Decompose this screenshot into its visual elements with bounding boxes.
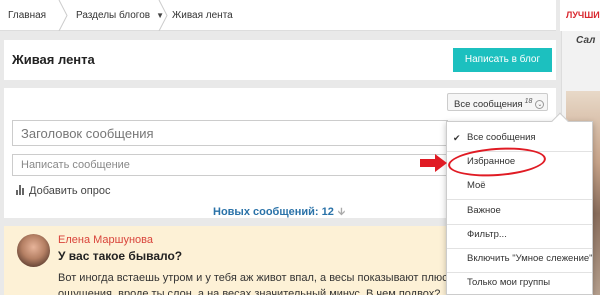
breadcrumb-current-label: Живая лента bbox=[172, 10, 233, 21]
menu-item-filter[interactable]: Фильтр... bbox=[447, 223, 592, 247]
menu-item-label: Включить "Умное слежение" bbox=[467, 253, 593, 264]
side-panel-title: Сал bbox=[576, 35, 596, 46]
new-messages-label: Новых сообщений: 12 bbox=[213, 206, 334, 218]
breadcrumb: Главная Разделы блогов ▼ Живая лента bbox=[0, 0, 556, 31]
add-poll-label: Добавить опрос bbox=[29, 185, 111, 197]
arrow-down-icon: 🡫 bbox=[337, 207, 346, 218]
post-title-input[interactable] bbox=[12, 120, 448, 146]
menu-item-label: Важное bbox=[467, 205, 501, 216]
post-author[interactable]: Елена Маршунова bbox=[58, 234, 153, 246]
page-header: Живая лента Написать в блог bbox=[4, 40, 556, 80]
post-body-line: ощущения, вроде ты слон, а на весах знач… bbox=[58, 288, 441, 295]
red-arrow-icon bbox=[420, 154, 447, 172]
breadcrumb-home-label: Главная bbox=[8, 10, 47, 21]
menu-item-mine[interactable]: Моё bbox=[447, 174, 592, 198]
menu-item-all-messages[interactable]: ✔ Все сообщения bbox=[447, 126, 592, 150]
page-title: Живая лента bbox=[12, 52, 95, 67]
best-banner[interactable]: ЛУЧШИЕ bbox=[560, 0, 600, 31]
post-message-input[interactable] bbox=[12, 154, 448, 176]
message-filter-count: 18 bbox=[524, 98, 533, 105]
breadcrumb-separator bbox=[158, 0, 168, 31]
message-filter-label: Все сообщения bbox=[454, 99, 523, 111]
best-banner-label: ЛУЧШИЕ bbox=[566, 10, 600, 20]
breadcrumb-sections[interactable]: Разделы блогов ▼ bbox=[76, 0, 164, 31]
chevron-down-icon: ⌄ bbox=[535, 100, 545, 110]
avatar[interactable] bbox=[17, 234, 50, 267]
checkmark-icon: ✔ bbox=[453, 133, 461, 143]
menu-item-smart-tracking[interactable]: Включить "Умное слежение" bbox=[447, 247, 593, 271]
bar-chart-icon bbox=[16, 185, 25, 195]
menu-item-label: Только мои группы bbox=[467, 277, 551, 288]
post-title[interactable]: У вас такое бывало? bbox=[58, 249, 182, 263]
post-body: Вот иногда встаешь утром и у тебя аж жив… bbox=[58, 270, 457, 295]
add-poll-link[interactable]: Добавить опрос bbox=[16, 185, 110, 197]
menu-item-label: Моё bbox=[467, 180, 486, 191]
write-blog-button[interactable]: Написать в блог bbox=[453, 48, 552, 72]
breadcrumb-separator bbox=[58, 0, 68, 31]
breadcrumb-sections-label: Разделы блогов bbox=[76, 10, 151, 21]
breadcrumb-current: Живая лента bbox=[172, 0, 233, 31]
menu-item-my-groups[interactable]: Только мои группы bbox=[447, 271, 592, 295]
breadcrumb-home[interactable]: Главная bbox=[8, 0, 46, 31]
menu-item-important[interactable]: Важное bbox=[447, 199, 592, 223]
message-filter-button[interactable]: Все сообщения 18⌄ bbox=[447, 93, 548, 111]
new-messages-link[interactable]: Новых сообщений: 12 🡫 bbox=[213, 205, 345, 222]
menu-item-label: Все сообщения bbox=[467, 132, 536, 143]
menu-item-label: Фильтр... bbox=[467, 229, 507, 240]
post-body-line: Вот иногда встаешь утром и у тебя аж жив… bbox=[58, 272, 457, 284]
